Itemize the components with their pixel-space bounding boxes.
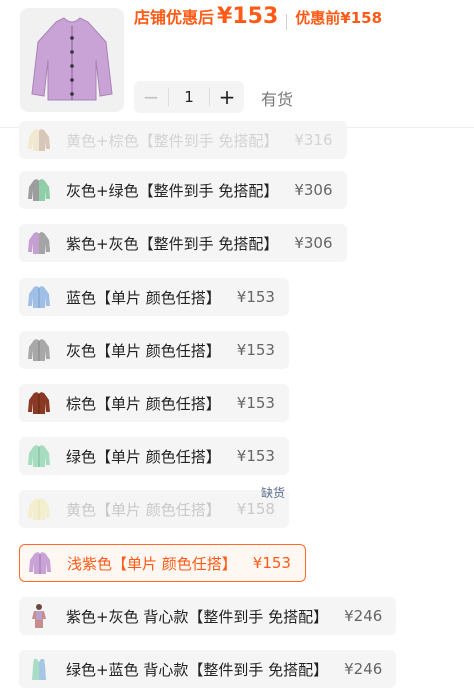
sku-label: 黄色+棕色【整件到手 免搭配】 — [66, 131, 279, 150]
sku-label: 绿色+蓝色 背心款【整件到手 免搭配】 — [66, 660, 329, 679]
sku-price: ¥306 — [294, 234, 333, 252]
increase-quantity-button[interactable]: + — [210, 81, 244, 113]
sku-label: 棕色【单片 颜色任搭】 — [66, 394, 221, 413]
price-divider — [286, 14, 288, 30]
sku-label: 绿色【单片 颜色任搭】 — [66, 447, 221, 466]
sku-option-yellow[interactable]: 黄色【单片 颜色任搭】 ¥158 — [19, 490, 289, 528]
sku-price: ¥316 — [294, 131, 333, 149]
yellow-cardigan-icon — [26, 496, 52, 522]
sku-option-brown[interactable]: 棕色【单片 颜色任搭】 ¥153 — [19, 384, 289, 422]
purple-gray-cardigan-icon — [26, 230, 52, 256]
sku-price: ¥153 — [236, 447, 275, 465]
sku-option-yellow-brown-set[interactable]: 黄色+棕色【整件到手 免搭配】 ¥316 — [19, 121, 347, 159]
sku-label: 蓝色【单片 颜色任搭】 — [66, 288, 221, 307]
gray-cardigan-icon — [26, 337, 52, 363]
green-blue-vest-icon — [26, 656, 52, 682]
light-purple-cardigan-icon — [27, 550, 53, 576]
sku-option-blue[interactable]: 蓝色【单片 颜色任搭】 ¥153 — [19, 278, 289, 316]
sku-option-purple-gray-set[interactable]: 紫色+灰色【整件到手 免搭配】 ¥306 — [19, 224, 347, 262]
green-cardigan-icon — [26, 443, 52, 469]
out-of-stock-badge: 缺货 — [261, 486, 286, 500]
sku-option-green-blue-vest[interactable]: 绿色+蓝色 背心款【整件到手 免搭配】 ¥246 — [19, 650, 397, 688]
stock-status: 有货 — [261, 90, 294, 109]
price-row: 店铺优惠后 ¥153 优惠前 ¥158 — [134, 4, 382, 40]
cardigan-thumbnail-icon — [31, 17, 113, 101]
sku-label: 浅紫色【单片 颜色任搭】 — [67, 554, 237, 573]
sku-label: 黄色【单片 颜色任搭】 — [66, 500, 221, 519]
sku-price: ¥153 — [236, 341, 275, 359]
yellow-brown-cardigan-icon — [26, 127, 52, 153]
sku-price: ¥246 — [344, 660, 383, 678]
sku-option-green[interactable]: 绿色【单片 颜色任搭】 ¥153 — [19, 437, 289, 475]
sku-price: ¥158 — [236, 500, 275, 518]
sku-option-light-purple[interactable]: 浅紫色【单片 颜色任搭】 ¥153 — [19, 544, 306, 582]
sku-price: ¥153 — [236, 394, 275, 412]
sku-label: 紫色+灰色 背心款【整件到手 免搭配】 — [66, 607, 329, 626]
gray-green-cardigan-icon — [26, 177, 52, 203]
sku-option-purple-gray-vest[interactable]: 紫色+灰色 背心款【整件到手 免搭配】 ¥246 — [19, 597, 397, 635]
product-image[interactable] — [20, 8, 124, 112]
sku-label: 紫色+灰色【整件到手 免搭配】 — [66, 234, 279, 253]
sku-price: ¥153 — [252, 554, 291, 572]
discounted-price: ¥153 — [217, 4, 279, 29]
decrease-quantity-button[interactable]: − — [134, 81, 168, 113]
original-price: ¥158 — [340, 9, 383, 27]
sku-option-gray-green-set[interactable]: 灰色+绿色【整件到手 免搭配】 ¥306 — [19, 171, 347, 209]
brown-cardigan-icon — [26, 390, 52, 416]
sku-selector-panel: 店铺优惠后 ¥153 优惠前 ¥158 − 1 + 有货 黄色+棕色【整件到手 … — [0, 0, 474, 700]
sku-option-gray[interactable]: 灰色【单片 颜色任搭】 ¥153 — [19, 331, 289, 369]
purple-gray-vest-model-icon — [26, 603, 52, 629]
sku-price: ¥306 — [294, 181, 333, 199]
quantity-stepper: − 1 + — [134, 81, 244, 113]
original-price-label: 优惠前 — [295, 9, 341, 27]
blue-cardigan-icon — [26, 284, 52, 310]
sku-label: 灰色+绿色【整件到手 免搭配】 — [66, 181, 279, 200]
sku-label: 灰色【单片 颜色任搭】 — [66, 341, 221, 360]
discounted-price-label: 店铺优惠后 — [134, 8, 215, 27]
sku-price: ¥153 — [236, 288, 275, 306]
sku-price: ¥246 — [344, 607, 383, 625]
quantity-value[interactable]: 1 — [168, 88, 210, 106]
